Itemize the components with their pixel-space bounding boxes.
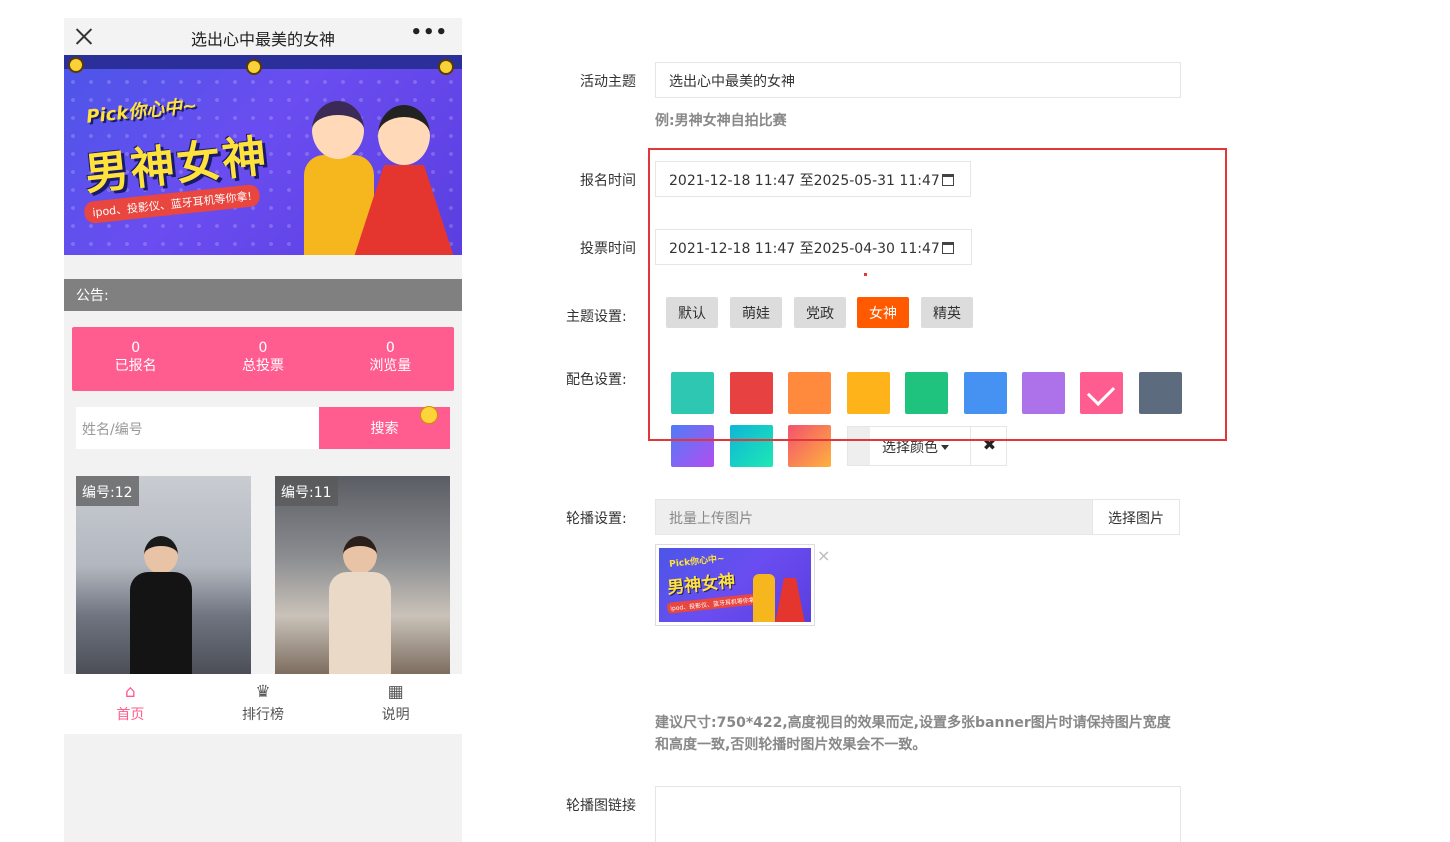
phone-header: 选出心中最美的女神 •••	[64, 18, 462, 55]
choose-image-button[interactable]: 选择图片	[1092, 499, 1180, 535]
stat-votes: 0 总投票	[241, 340, 284, 374]
contestant-number: 编号:11	[275, 476, 338, 506]
phone-title: 选出心中最美的女神	[190, 30, 335, 49]
contestant-number: 编号:12	[76, 476, 139, 506]
color-picker[interactable]: 选择颜色 ✖	[847, 426, 1007, 466]
color-swatch[interactable]	[1139, 372, 1182, 414]
theme-option-default[interactable]: 默认	[666, 297, 718, 328]
calendar-icon	[941, 242, 954, 254]
carousel-link-textarea[interactable]	[655, 786, 1181, 842]
contestant-photo	[325, 536, 395, 676]
color-swatch[interactable]	[1022, 372, 1065, 414]
tab-instructions[interactable]: ▦ 说明	[329, 674, 462, 734]
contestant-photo	[126, 536, 196, 676]
tab-home[interactable]: ⌂ 首页	[64, 674, 197, 734]
color-swatch[interactable]	[905, 372, 948, 414]
theme-option-elite[interactable]: 精英	[921, 297, 973, 328]
banner-image: Pick你心中~ 男神女神 ipod、投影仪、蓝牙耳机等你拿!	[64, 55, 462, 255]
carousel-thumbnail: Pick你心中~ 男神女神 ipod、投影仪、蓝牙耳机等你拿!	[655, 544, 815, 626]
color-picker-button[interactable]: 选择颜色	[882, 437, 949, 457]
remove-image-icon[interactable]: ×	[817, 546, 830, 565]
color-settings-label: 配色设置:	[566, 372, 627, 388]
search-input[interactable]: 姓名/编号	[76, 407, 319, 449]
color-swatch[interactable]	[964, 372, 1007, 414]
contestant-card[interactable]: 编号:12	[76, 476, 251, 676]
caret-down-icon	[941, 445, 949, 450]
theme-option-party[interactable]: 党政	[794, 297, 846, 328]
coin-icon	[246, 59, 262, 75]
notice-bar: 公告:	[64, 279, 462, 311]
theme-option-baby[interactable]: 萌娃	[730, 297, 782, 328]
theme-option-goddess[interactable]: 女神	[857, 297, 909, 328]
carousel-link-label: 轮播图链接	[566, 798, 636, 814]
home-icon: ⌂	[124, 682, 136, 702]
signup-time-input[interactable]: 2021-12-18 11:47 至2025-05-31 11:47	[655, 161, 971, 197]
theme-settings-label: 主题设置:	[566, 309, 627, 325]
phone-preview: 选出心中最美的女神 ••• Pick你心中~ 男神女神 ipod、投影仪、蓝牙耳…	[64, 18, 462, 842]
color-swatch[interactable]	[730, 372, 773, 414]
upload-input[interactable]: 批量上传图片	[655, 499, 1093, 535]
stats-panel: 0 已报名 0 总投票 0 浏览量	[72, 327, 454, 391]
clear-color-button[interactable]: ✖	[970, 426, 1008, 466]
color-preview	[848, 427, 870, 465]
coin-icon	[438, 59, 454, 75]
bottom-tabbar: ⌂ 首页 ♛ 排行榜 ▦ 说明	[64, 674, 462, 734]
trophy-icon: ♛	[255, 682, 271, 702]
stat-signups: 0 已报名	[114, 340, 157, 374]
theme-topic-input[interactable]: 选出心中最美的女神	[655, 62, 1181, 98]
color-swatch[interactable]	[671, 372, 714, 414]
contestant-card[interactable]: 编号:11	[275, 476, 450, 676]
vote-time-input[interactable]: 2021-12-18 11:47 至2025-04-30 11:47	[655, 229, 972, 265]
calendar-icon: ▦	[387, 682, 404, 702]
calendar-icon	[941, 174, 954, 186]
gradient-swatch[interactable]	[671, 425, 714, 467]
color-swatch[interactable]	[847, 372, 890, 414]
signup-time-label: 报名时间	[580, 173, 636, 189]
gradient-swatch[interactable]	[788, 425, 831, 467]
stat-views: 0 浏览量	[369, 340, 412, 374]
emoji-icon	[420, 406, 438, 424]
gradient-swatch[interactable]	[730, 425, 773, 467]
vote-time-label: 投票时间	[580, 241, 636, 257]
carousel-label: 轮播设置:	[566, 511, 627, 527]
tab-ranking[interactable]: ♛ 排行榜	[197, 674, 330, 734]
coin-icon	[68, 57, 84, 73]
marker-dot	[864, 273, 867, 276]
size-advice: 建议尺寸:750*422,高度视目的效果而定,设置多张banner图片时请保持图…	[655, 715, 1171, 753]
theme-topic-label: 活动主题	[580, 74, 636, 90]
check-icon	[1086, 377, 1116, 407]
more-icon[interactable]: •••	[410, 22, 448, 43]
color-swatch[interactable]	[788, 372, 831, 414]
color-swatch[interactable]	[1080, 372, 1123, 414]
theme-topic-hint: 例:男神女神自拍比赛	[655, 113, 787, 129]
